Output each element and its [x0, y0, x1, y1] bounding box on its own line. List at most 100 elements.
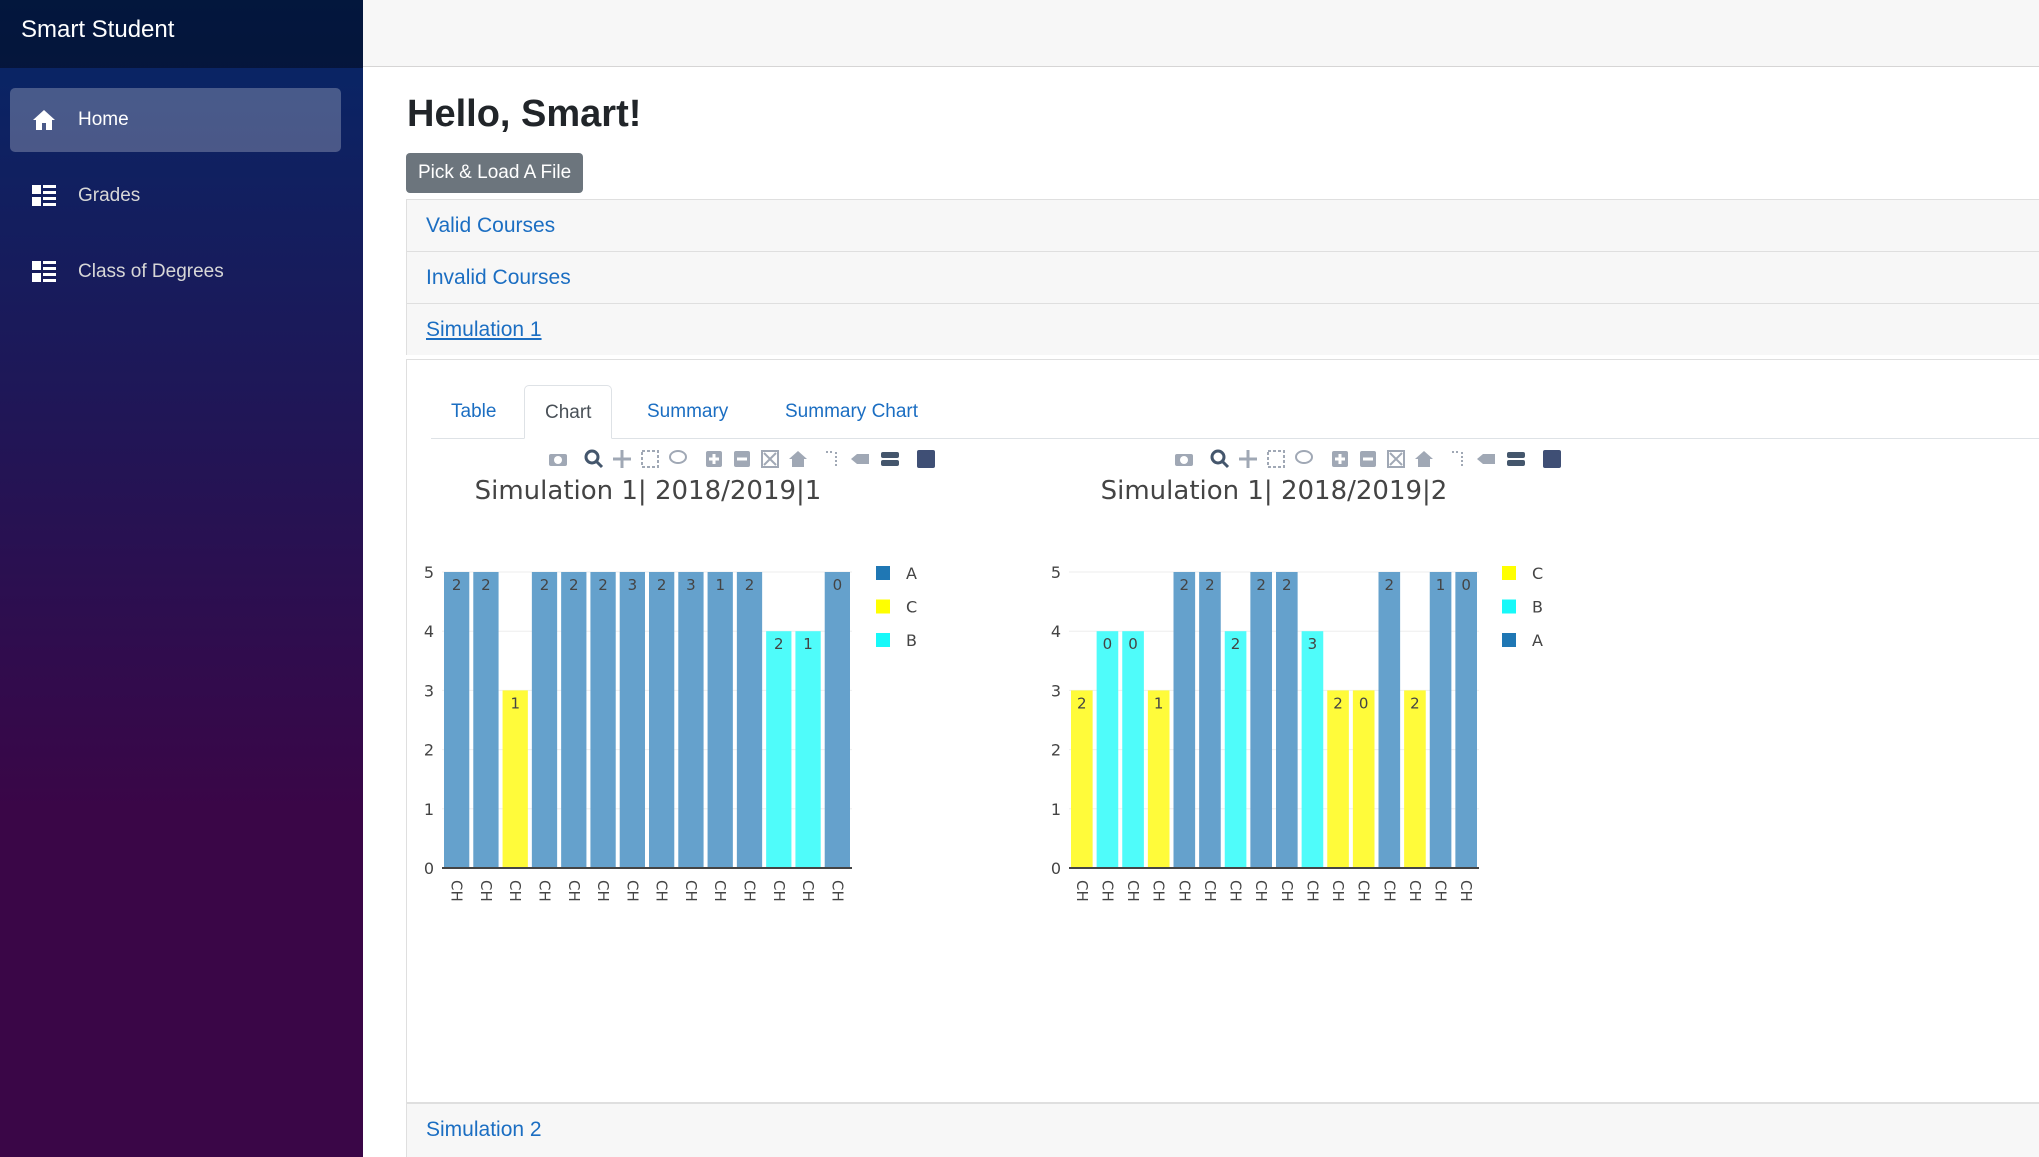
bar-label: 2: [1282, 576, 1292, 594]
zoom-in-icon[interactable]: [1332, 451, 1348, 467]
bar[interactable]: [795, 631, 821, 868]
zoom-in-icon[interactable]: [706, 451, 722, 467]
pick-load-file-button[interactable]: Pick & Load A File: [406, 153, 584, 193]
lasso-icon[interactable]: [669, 450, 687, 464]
pan-cross: [613, 450, 631, 468]
sidebar-item-label: Grades: [78, 185, 141, 206]
zoom-out-icon[interactable]: [1360, 451, 1376, 467]
y-tick-label: 3: [1051, 681, 1061, 700]
camera-icon[interactable]: [1175, 454, 1193, 466]
box-select-icon[interactable]: [641, 450, 659, 468]
bar[interactable]: [1173, 572, 1196, 868]
hover-closest-icon[interactable]: [851, 454, 869, 464]
bar[interactable]: [766, 631, 792, 868]
spike-lines-icon[interactable]: [826, 451, 837, 467]
zoom-icon[interactable]: [584, 449, 604, 469]
y-tick-label: 1: [424, 800, 434, 819]
lasso-icon[interactable]: [1295, 450, 1313, 464]
bar[interactable]: [531, 572, 558, 868]
tab-table[interactable]: Table: [431, 385, 516, 439]
accordion-label: Valid Courses: [426, 214, 556, 237]
accordion-valid-courses[interactable]: Valid Courses: [406, 199, 2039, 251]
box-select-icon[interactable]: [1267, 450, 1285, 468]
legend-swatch[interactable]: [1502, 566, 1516, 580]
legend-swatch[interactable]: [876, 566, 890, 580]
bar[interactable]: [824, 572, 850, 868]
sidebar-item-class-of-degrees[interactable]: Class of Degrees: [10, 240, 341, 304]
bar[interactable]: [1147, 690, 1170, 868]
bar-label: 2: [1385, 576, 1395, 594]
accordion-simulation-1[interactable]: Simulation 1: [406, 303, 2039, 355]
camera-icon[interactable]: [549, 454, 567, 466]
modebar: [549, 449, 935, 469]
bar[interactable]: [1224, 631, 1247, 868]
bar[interactable]: [707, 572, 733, 868]
sidebar-nav: Home Grades Class of Degrees: [0, 68, 363, 304]
bar[interactable]: [502, 690, 528, 868]
legend-swatch[interactable]: [1502, 633, 1516, 647]
autoscale-icon[interactable]: [1387, 450, 1405, 468]
x-tick-label: CH: [1073, 880, 1091, 902]
legend-swatch[interactable]: [1502, 599, 1516, 614]
legend-swatch[interactable]: [876, 599, 890, 614]
hover-compare-icon[interactable]: [1507, 452, 1525, 466]
x-tick-label: CH: [506, 880, 524, 902]
bar[interactable]: [1327, 690, 1349, 868]
y-tick-label: 2: [1051, 741, 1061, 760]
bar[interactable]: [1404, 690, 1426, 868]
tab-summary-chart[interactable]: Summary Chart: [765, 385, 938, 439]
bar[interactable]: [619, 572, 645, 868]
plotly-logo-icon[interactable]: [917, 450, 935, 468]
hover-compare-icon[interactable]: [881, 452, 899, 466]
sidebar: Smart Student Home Grades Class of Degre…: [0, 0, 363, 1157]
legend-swatch[interactable]: [876, 633, 890, 647]
bar[interactable]: [1122, 631, 1144, 868]
bar[interactable]: [1199, 572, 1221, 868]
spike-lines-icon[interactable]: [1452, 451, 1463, 467]
x-tick-label: CH: [1355, 880, 1373, 902]
reset-axes-icon[interactable]: [789, 451, 807, 467]
bar[interactable]: [1071, 690, 1093, 868]
bar[interactable]: [1429, 572, 1452, 868]
x-tick-label: CH: [448, 880, 466, 902]
bar[interactable]: [1455, 572, 1477, 868]
x-tick-label: CH: [565, 880, 583, 902]
bar[interactable]: [678, 572, 704, 868]
bar[interactable]: [473, 572, 499, 868]
plotly-logo-icon[interactable]: [1543, 450, 1561, 468]
zoom-lens: [584, 449, 600, 465]
hover-closest-icon[interactable]: [1477, 454, 1495, 464]
bar[interactable]: [1276, 572, 1298, 868]
pan-icon[interactable]: [613, 450, 631, 468]
bar[interactable]: [561, 572, 587, 868]
x-tick-label: CH: [1457, 880, 1475, 902]
autoscale-icon[interactable]: [761, 450, 779, 468]
bar[interactable]: [1378, 572, 1401, 868]
pan-icon[interactable]: [1239, 450, 1257, 468]
chart-title: Simulation 1| 2018/2019|2: [1101, 476, 1448, 506]
zoom-handle: [1221, 460, 1230, 469]
tab-summary[interactable]: Summary: [627, 385, 748, 439]
bar[interactable]: [1096, 631, 1119, 868]
zoom-plus: [712, 454, 716, 464]
bar[interactable]: [736, 572, 763, 868]
accordion-simulation-2[interactable]: Simulation 2: [406, 1103, 2039, 1157]
x-tick-label: CH: [1227, 880, 1245, 902]
bar-label: 1: [803, 635, 813, 653]
bar[interactable]: [1250, 572, 1272, 868]
zoom-icon[interactable]: [1210, 449, 1230, 469]
bar[interactable]: [590, 572, 616, 868]
sidebar-item-grades[interactable]: Grades: [10, 164, 341, 228]
bar[interactable]: [649, 572, 675, 868]
accordion-invalid-courses[interactable]: Invalid Courses: [406, 251, 2039, 303]
reset-axes-icon[interactable]: [1415, 451, 1433, 467]
tab-chart[interactable]: Chart: [524, 385, 613, 439]
app-title[interactable]: Smart Student: [0, 0, 363, 68]
zoom-out-icon[interactable]: [734, 451, 750, 467]
bar[interactable]: [1301, 631, 1324, 868]
sidebar-item-home[interactable]: Home: [10, 88, 341, 152]
compare-top: [1507, 452, 1525, 458]
compare-bottom: [1507, 460, 1525, 466]
bar[interactable]: [1352, 690, 1375, 868]
bar[interactable]: [444, 572, 470, 868]
